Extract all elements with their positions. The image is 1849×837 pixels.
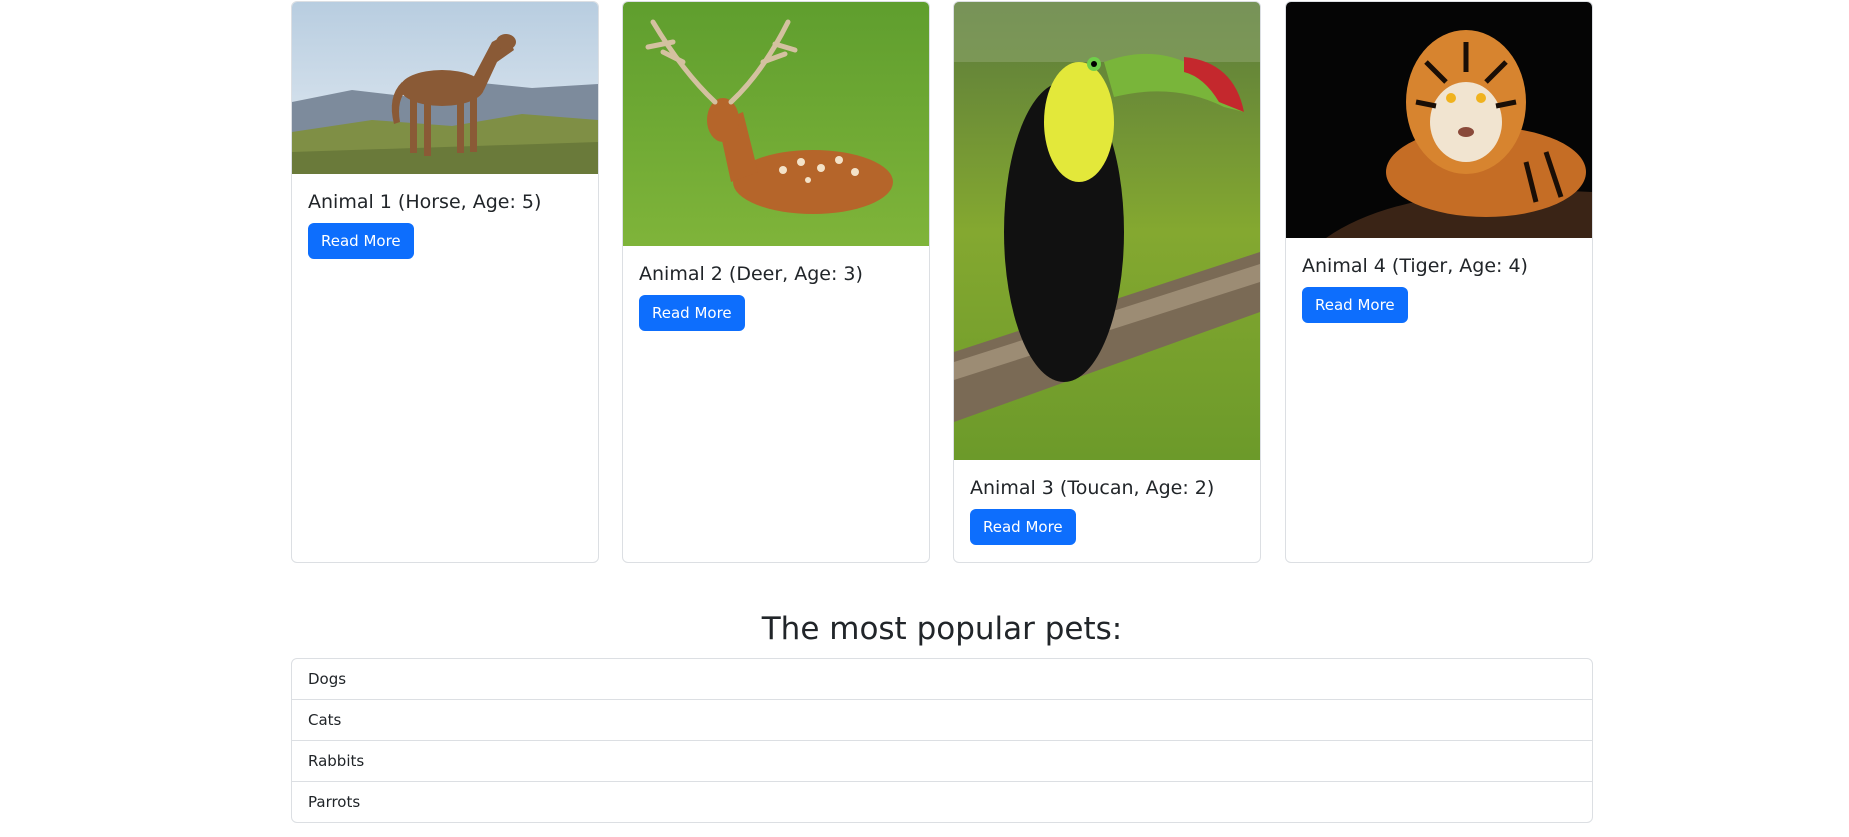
animal-card-2: Animal 2 (Deer, Age: 3) Read More xyxy=(622,1,930,563)
animal-card-4: Animal 4 (Tiger, Age: 4) Read More xyxy=(1285,1,1593,563)
read-more-button[interactable]: Read More xyxy=(970,509,1076,545)
animal-card-3: Animal 3 (Toucan, Age: 2) Read More xyxy=(953,1,1261,563)
animal-card-1: Animal 1 (Horse, Age: 5) Read More xyxy=(291,1,599,563)
read-more-button[interactable]: Read More xyxy=(639,295,745,331)
toucan-image xyxy=(954,2,1260,460)
read-more-button[interactable]: Read More xyxy=(1302,287,1408,323)
deer-image xyxy=(623,2,929,246)
card-title: Animal 2 (Deer, Age: 3) xyxy=(639,263,863,285)
list-item: Rabbits xyxy=(292,741,1592,782)
card-title: Animal 3 (Toucan, Age: 2) xyxy=(970,477,1215,499)
horse-image xyxy=(292,2,598,174)
popular-pets-heading: The most popular pets: xyxy=(761,611,1123,647)
list-item: Parrots xyxy=(308,793,361,811)
card-title: Animal 1 (Horse, Age: 5) xyxy=(308,191,542,213)
animal-cards: Animal 1 (Horse, Age: 5) Read More Anima… xyxy=(291,1,1593,563)
list-item: Cats xyxy=(292,700,1592,741)
card-title: Animal 4 (Tiger, Age: 4) xyxy=(1302,255,1528,277)
popular-pets-list: Dogs Cats Rabbits Parrots xyxy=(291,658,1593,823)
tiger-image xyxy=(1286,2,1592,238)
read-more-button[interactable]: Read More xyxy=(308,223,414,259)
list-item: Dogs xyxy=(292,659,1592,700)
